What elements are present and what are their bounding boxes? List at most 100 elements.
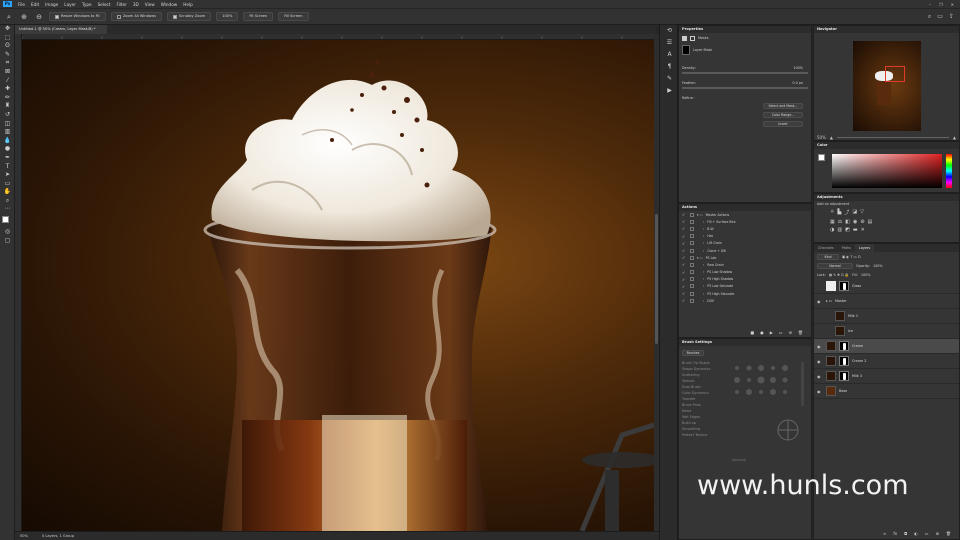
fill-screen-button[interactable]: Fill Screen xyxy=(278,12,309,21)
color-balance-icon[interactable]: ⚖ xyxy=(838,219,842,225)
color-range-button[interactable]: Color Range... xyxy=(763,112,803,118)
layer-style-icon[interactable]: fx xyxy=(893,531,897,536)
quick-select-tool-icon[interactable]: ✎ xyxy=(0,51,15,60)
menu-view[interactable]: View xyxy=(142,2,158,7)
character-icon[interactable]: A xyxy=(660,49,679,61)
zoom-level[interactable]: 50% xyxy=(20,534,28,538)
new-group-icon[interactable]: ▭ xyxy=(925,531,929,536)
quick-mask-icon[interactable]: ◎ xyxy=(0,228,15,237)
layer-mask-thumbnail[interactable] xyxy=(839,341,849,351)
document-canvas[interactable] xyxy=(22,40,654,531)
search-icon[interactable]: ⌕ xyxy=(928,13,931,21)
levels-icon[interactable]: ▙ xyxy=(837,209,841,216)
selective-color-icon[interactable]: ✕ xyxy=(861,227,865,233)
menu-type[interactable]: Type xyxy=(79,2,95,7)
resize-windows-checkbox[interactable]: Resize Windows to Fit xyxy=(49,12,106,21)
density-value[interactable]: 100% xyxy=(793,66,803,70)
menu-3d[interactable]: 3D xyxy=(130,2,142,7)
history-icon[interactable]: ⟲ xyxy=(660,25,679,37)
actions-icon[interactable]: ▶ xyxy=(660,85,679,97)
tab-paths[interactable]: Paths xyxy=(838,244,855,252)
action-item[interactable]: ✓ › Hat xyxy=(679,233,811,240)
exposure-icon[interactable]: ◪ xyxy=(852,209,857,216)
document-tab[interactable]: Untitled-1 @ 50% (Cream, Layer Mask/8) * xyxy=(15,25,107,34)
close-icon[interactable]: ✕ xyxy=(951,2,954,7)
stamp-tool-icon[interactable]: ♜ xyxy=(0,102,15,111)
menu-file[interactable]: File xyxy=(15,2,28,7)
pen-tool-icon[interactable]: ✒ xyxy=(0,154,15,163)
delete-action-icon[interactable]: 🗑 xyxy=(798,330,803,335)
layer-row[interactable]: ◉ Cream 2 xyxy=(814,354,959,369)
menu-filter[interactable]: Filter xyxy=(113,2,129,7)
history-brush-icon[interactable]: ↺ xyxy=(0,111,15,120)
zoom-tool-icon[interactable]: ⌕ xyxy=(4,12,14,22)
select-and-mask-button[interactable]: Select and Mask... xyxy=(763,103,803,109)
share-icon[interactable]: ⇪ xyxy=(949,13,954,21)
filter-icons[interactable]: ▣ ◐ T ▭ ⊡ xyxy=(842,255,861,259)
type-tool-icon[interactable]: T xyxy=(0,163,15,172)
menu-window[interactable]: Window xyxy=(158,2,181,7)
vector-mask-icon[interactable] xyxy=(690,35,695,41)
healing-tool-icon[interactable]: ✚ xyxy=(0,85,15,94)
more-tools-icon[interactable]: ⋯ xyxy=(0,205,15,214)
dodge-tool-icon[interactable]: ● xyxy=(0,145,15,154)
brush-angle-preview[interactable] xyxy=(775,417,801,443)
shape-tool-icon[interactable]: ▭ xyxy=(0,180,15,189)
hue-sat-icon[interactable]: ▦ xyxy=(830,219,835,225)
layer-row[interactable]: Milk 1 xyxy=(814,309,959,324)
lookup-icon[interactable]: ▤ xyxy=(868,219,873,225)
stop-icon[interactable]: ■ xyxy=(750,330,754,335)
new-adjustment-icon[interactable]: ◐ xyxy=(914,531,918,536)
zoom-tool-side-icon[interactable]: ⌕ xyxy=(0,197,15,206)
photo-filter-icon[interactable]: ◉ xyxy=(853,219,857,225)
opacity-value[interactable]: 100% xyxy=(873,264,883,268)
blur-tool-icon[interactable]: 💧 xyxy=(0,137,15,146)
zoom-out-icon[interactable]: ⊖ xyxy=(34,12,44,22)
action-item[interactable]: ✓ › PS Low Shadow xyxy=(679,269,811,276)
visibility-icon[interactable]: ◉ xyxy=(817,299,823,304)
threshold-icon[interactable]: ◩ xyxy=(845,227,850,233)
layer-row[interactable]: ◉ Base xyxy=(814,384,959,399)
visibility-icon[interactable]: ◉ xyxy=(817,344,823,349)
layer-mask-thumbnail[interactable] xyxy=(839,281,849,291)
fit-screen-button[interactable]: Fit Screen xyxy=(243,12,274,21)
marquee-tool-icon[interactable]: ⬚ xyxy=(0,34,15,43)
density-slider[interactable] xyxy=(682,72,808,74)
brush-option[interactable]: Protect Texture xyxy=(679,432,725,438)
action-item[interactable]: ✓ ▾ ▭ Master Actions xyxy=(679,211,811,218)
link-layers-icon[interactable]: ∞ xyxy=(883,531,886,536)
zoom-in-icon[interactable]: ⊕ xyxy=(19,12,29,22)
scrubby-zoom-checkbox[interactable]: Scrubby Zoom xyxy=(166,12,212,21)
action-item[interactable]: ✓ › Clone + DB xyxy=(679,247,811,254)
gradient-tool-icon[interactable]: ▥ xyxy=(0,128,15,137)
feather-value[interactable]: 0.0 px xyxy=(792,81,803,85)
brush-tip-grid[interactable]: Spacing xyxy=(725,360,811,465)
foreground-color-swatch[interactable] xyxy=(2,216,9,224)
tab-channels[interactable]: Channels xyxy=(814,244,838,252)
curves-icon[interactable]: ⤴ xyxy=(844,209,849,216)
layer-row[interactable]: Ice xyxy=(814,324,959,339)
visibility-icon[interactable]: ◉ xyxy=(817,359,823,364)
visibility-icon[interactable]: ◉ xyxy=(817,374,823,379)
eyedropper-tool-icon[interactable]: ⁄ xyxy=(0,77,15,86)
delete-layer-icon[interactable]: 🗑 xyxy=(946,531,951,536)
menu-help[interactable]: Help xyxy=(180,2,196,7)
layer-row[interactable]: ◉ ▸ ▭ Master xyxy=(814,294,959,309)
pixel-mask-icon[interactable] xyxy=(682,35,687,41)
fill-value[interactable]: 100% xyxy=(861,273,871,277)
invert-adj-icon[interactable]: ◑ xyxy=(830,227,834,233)
layer-mask-thumbnail[interactable] xyxy=(839,356,849,366)
color-swatches[interactable] xyxy=(0,214,14,228)
hue-slider[interactable] xyxy=(946,154,952,188)
view-proxy-box[interactable] xyxy=(884,66,905,82)
action-item[interactable]: ✓ › PS High Saturate xyxy=(679,290,811,297)
channel-mixer-icon[interactable]: ⊛ xyxy=(860,219,864,225)
move-tool-icon[interactable]: ✥ xyxy=(0,25,15,34)
lasso-tool-icon[interactable]: ʘ xyxy=(0,42,15,51)
play-icon[interactable]: ▶ xyxy=(770,330,773,335)
minimize-icon[interactable]: – xyxy=(929,2,931,7)
action-item[interactable]: ✓ › DOE xyxy=(679,297,811,304)
zoom-in-small-icon[interactable]: ▲ xyxy=(953,135,956,140)
new-action-icon[interactable]: ⊞ xyxy=(789,330,792,335)
brush-tool-icon[interactable]: ✏ xyxy=(0,94,15,103)
